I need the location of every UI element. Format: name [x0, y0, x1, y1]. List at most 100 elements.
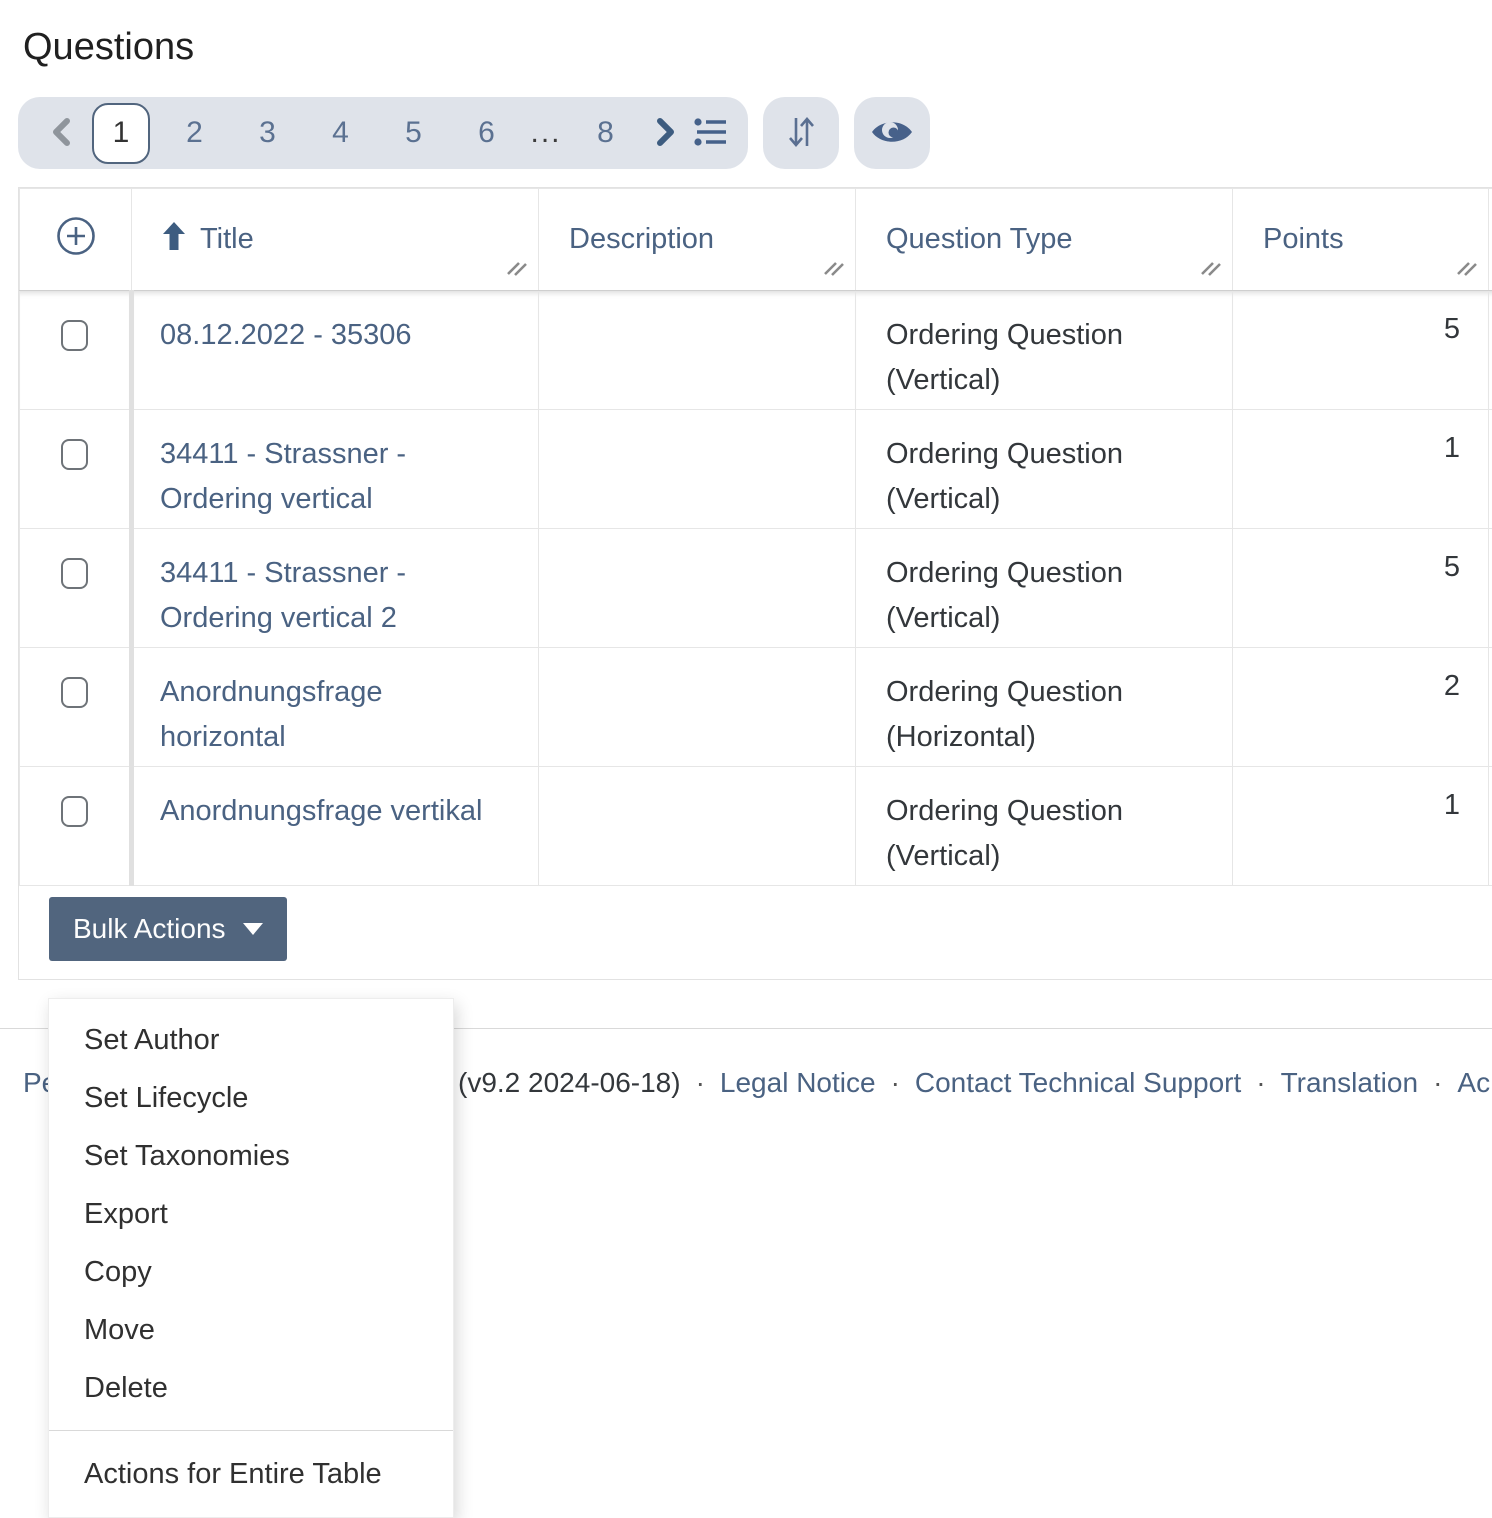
row-title-cell: Anordnungsfrage vertikal	[132, 767, 539, 886]
header-stub-column	[1489, 189, 1492, 291]
sort-arrows-icon	[783, 112, 819, 155]
question-title-link[interactable]: Anordnungsfrage vertikal	[160, 795, 482, 827]
row-stub-cell	[1489, 767, 1492, 886]
row-points-cell: 5	[1233, 291, 1489, 410]
page-title: Questions	[23, 26, 1492, 69]
pagination-page-6[interactable]: 6	[450, 97, 523, 169]
header-points-column[interactable]: Points	[1233, 189, 1489, 291]
pagination-page-5[interactable]: 5	[377, 97, 450, 169]
question-title-link[interactable]: 08.12.2022 - 35306	[160, 319, 412, 351]
row-title-cell: 34411 - Strassner - Ordering vertical 2	[132, 529, 539, 648]
row-checkbox[interactable]	[61, 677, 88, 708]
footer-link-ac[interactable]: Ac	[1457, 1067, 1490, 1099]
pagination-page-4[interactable]: 4	[304, 97, 377, 169]
column-label: Question Type	[886, 223, 1072, 256]
list-view-icon	[693, 117, 729, 150]
pagination-list-view-button[interactable]	[688, 97, 734, 169]
circle-plus-icon	[54, 214, 98, 266]
table-row: 08.12.2022 - 35306Ordering Question (Ver…	[20, 291, 1492, 410]
header-title-column[interactable]: Title	[132, 189, 539, 291]
caret-down-icon	[243, 923, 263, 935]
footer-separator-dot: ·	[1256, 1067, 1265, 1099]
bulk-menu-item-export[interactable]: Export	[49, 1185, 453, 1243]
pagination-page-3[interactable]: 3	[231, 97, 304, 169]
footer-separator-dot: ·	[1433, 1067, 1442, 1099]
row-title-cell: 34411 - Strassner - Ordering vertical	[132, 410, 539, 529]
row-checkbox[interactable]	[61, 796, 88, 827]
column-label: Description	[569, 223, 714, 256]
bulk-menu-item-set-author[interactable]: Set Author	[49, 1011, 453, 1069]
bulk-actions-button[interactable]: Bulk Actions	[49, 897, 287, 961]
column-label: Points	[1263, 223, 1344, 256]
visibility-button[interactable]	[854, 97, 930, 169]
row-select-cell	[20, 767, 132, 886]
column-resize-handle[interactable]	[506, 255, 528, 282]
row-question-type-cell: Ordering Question (Vertical)	[856, 410, 1233, 529]
bulk-menu-item-copy[interactable]: Copy	[49, 1243, 453, 1301]
table-row: 34411 - Strassner - Ordering vertical Ord…	[20, 410, 1492, 529]
bulk-menu-item-delete[interactable]: Delete	[49, 1359, 453, 1417]
sort-button[interactable]	[763, 97, 839, 169]
row-description-cell	[539, 648, 856, 767]
row-stub-cell	[1489, 291, 1492, 410]
header-question-type-column[interactable]: Question Type	[856, 189, 1233, 291]
pagination: 123456...8	[18, 97, 748, 169]
column-label: Title	[200, 223, 254, 256]
row-title-cell: Anordnungsfrage horizontal	[132, 648, 539, 767]
pagination-page-2[interactable]: 2	[158, 97, 231, 169]
row-description-cell	[539, 410, 856, 529]
question-title-link[interactable]: Anordnungsfrage horizontal	[160, 676, 383, 753]
row-description-cell	[539, 291, 856, 410]
table-row: Anordnungsfrage vertikal Ordering Questio…	[20, 767, 1492, 886]
row-points-cell: 5	[1233, 529, 1489, 648]
pagination-next-button[interactable]	[642, 97, 688, 169]
row-select-cell	[20, 529, 132, 648]
row-question-type-cell: Ordering Question (Vertical)	[856, 767, 1233, 886]
sort-ascending-icon	[162, 221, 186, 259]
question-title-link[interactable]: 34411 - Strassner - Ordering vertical 2	[160, 557, 406, 634]
table-row: 34411 - Strassner - Ordering vertical 2 O…	[20, 529, 1492, 648]
row-select-cell	[20, 291, 132, 410]
bulk-actions-menu: Set AuthorSet LifecycleSet TaxonomiesExp…	[48, 998, 454, 1518]
footer-separator-dot: ·	[891, 1067, 900, 1099]
bulk-menu-item-set-lifecycle[interactable]: Set Lifecycle	[49, 1069, 453, 1127]
footer-links: (v9.2 2024-06-18) · Legal Notice · Contact T…	[458, 1067, 1490, 1099]
row-stub-cell	[1489, 648, 1492, 767]
questions-table-body: 08.12.2022 - 35306 Ordering Question (Ver…	[20, 291, 1492, 886]
row-stub-cell	[1489, 410, 1492, 529]
header-select-column[interactable]	[20, 189, 132, 291]
chevron-left-icon	[49, 116, 73, 151]
row-select-cell	[20, 410, 132, 529]
footer-link-legal-notice[interactable]: Legal Notice	[720, 1067, 876, 1099]
row-stub-cell	[1489, 529, 1492, 648]
column-resize-handle[interactable]	[823, 255, 845, 282]
questions-table: Title Description Question Type	[19, 188, 1492, 886]
bulk-menu-item-move[interactable]: Move	[49, 1301, 453, 1359]
pagination-ellipsis: ...	[523, 97, 569, 169]
column-resize-handle[interactable]	[1200, 255, 1222, 282]
bulk-actions-label: Bulk Actions	[73, 913, 226, 945]
questions-table-box: Title Description Question Type	[18, 187, 1492, 980]
pagination-pages: 123456...8	[84, 97, 642, 169]
column-resize-handle[interactable]	[1456, 255, 1478, 282]
pagination-page-8[interactable]: 8	[569, 97, 642, 169]
table-viewport: Title Description Question Type	[18, 187, 1492, 980]
footer-version: (v9.2 2024-06-18)	[458, 1067, 681, 1099]
row-points-cell: 1	[1233, 410, 1489, 529]
pagination-prev-button[interactable]	[38, 97, 84, 169]
bulk-menu-item-actions-for-entire-table[interactable]: Actions for Entire Table	[49, 1445, 453, 1503]
row-question-type-cell: Ordering Question (Horizontal)	[856, 648, 1233, 767]
question-title-link[interactable]: 34411 - Strassner - Ordering vertical	[160, 438, 406, 515]
pagination-page-1[interactable]: 1	[92, 103, 150, 164]
row-question-type-cell: Ordering Question (Vertical)	[856, 529, 1233, 648]
footer-link-translation[interactable]: Translation	[1281, 1067, 1418, 1099]
row-checkbox[interactable]	[61, 439, 88, 470]
row-title-cell: 08.12.2022 - 35306	[132, 291, 539, 410]
footer-link-contact-technical-support[interactable]: Contact Technical Support	[915, 1067, 1241, 1099]
header-description-column[interactable]: Description	[539, 189, 856, 291]
eye-icon	[869, 116, 915, 151]
row-checkbox[interactable]	[61, 320, 88, 351]
bulk-menu-item-set-taxonomies[interactable]: Set Taxonomies	[49, 1127, 453, 1185]
row-description-cell	[539, 767, 856, 886]
row-checkbox[interactable]	[61, 558, 88, 589]
